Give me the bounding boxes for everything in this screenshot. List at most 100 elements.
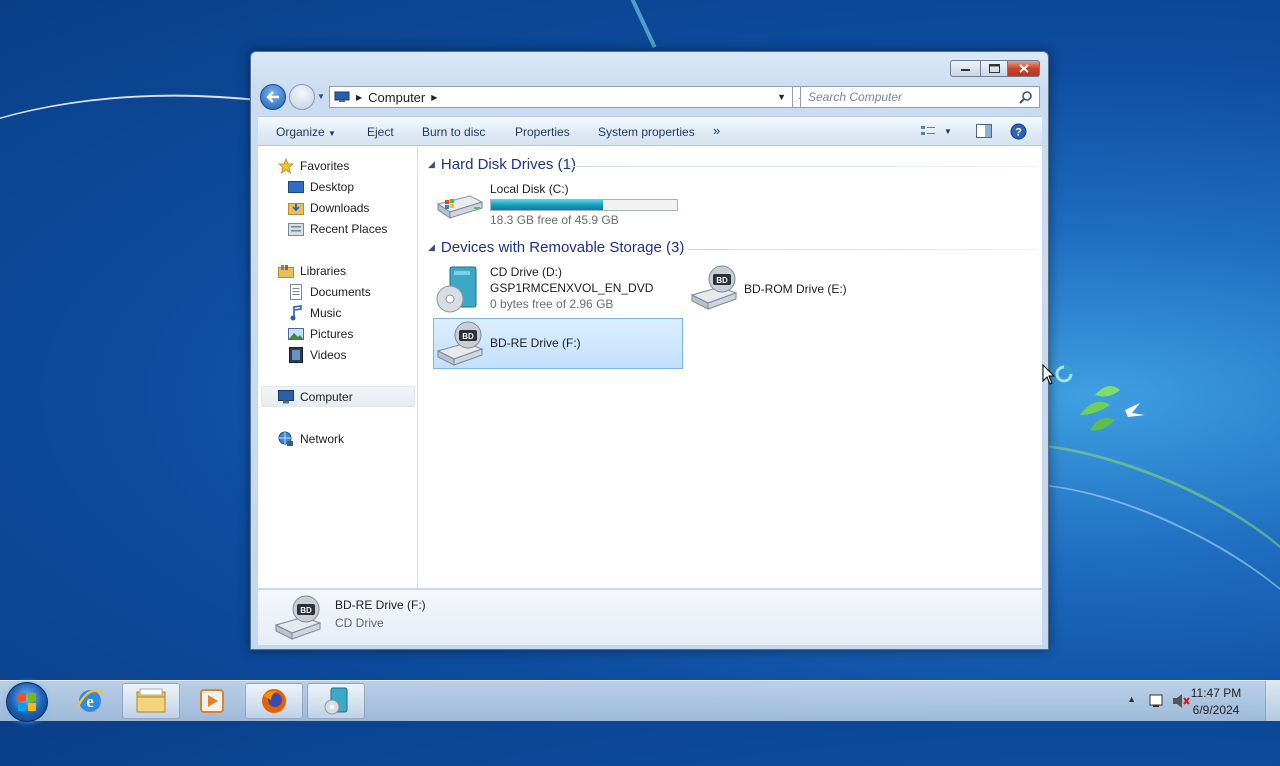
drive-local-disk-c[interactable]: Local Disk (C:) 18.3 GB free of 45.9 GB (436, 182, 706, 228)
collapse-triangle-icon[interactable]: ◢ (428, 242, 435, 253)
bd-drive-icon: BD (274, 595, 322, 640)
drive-bd-rom-e[interactable]: BD BD-ROM Drive (E:) (690, 265, 910, 313)
taskbar-internet-explorer[interactable]: e (61, 683, 119, 719)
details-item-type: CD Drive (335, 616, 384, 630)
taskbar-windows-explorer[interactable] (122, 683, 180, 719)
firefox-icon (262, 689, 286, 713)
bd-badge: BD (462, 332, 474, 341)
recent-pages-dropdown[interactable]: ▼ (317, 92, 325, 101)
explorer-window[interactable]: ▼ ▶ Computer ▶ ▼ Search Computer Organiz… (250, 51, 1073, 650)
desktop-icon (288, 179, 304, 195)
organize-menu[interactable]: Organize ▼ (276, 125, 336, 139)
help-button[interactable]: ? (1010, 123, 1027, 143)
drive-bd-re-f-selected[interactable]: BD BD-RE Drive (F:) (433, 318, 683, 369)
group-header-hard-disk-drives[interactable]: ◢ Hard Disk Drives (1) (428, 156, 576, 173)
group-header-removable-storage[interactable]: ◢ Devices with Removable Storage (3) (428, 239, 684, 256)
media-player-icon (200, 689, 224, 713)
capacity-bar-fill (491, 200, 603, 210)
show-hidden-icons-button[interactable]: ▲ (1127, 694, 1136, 704)
nav-favorites[interactable]: Favorites (278, 156, 349, 176)
chevron-down-icon: ▼ (328, 129, 336, 138)
address-bar[interactable]: ▶ Computer ▶ ▼ (329, 86, 793, 108)
bd-drive-icon: BD (690, 265, 738, 310)
pictures-icon (288, 326, 304, 342)
taskbar-media-player[interactable] (183, 683, 241, 719)
wallpaper-leaves-icon (1080, 386, 1145, 431)
wallpaper-streak (627, 0, 657, 49)
content-area: Favorites Desktop Downloads Recent Place… (258, 146, 1073, 588)
help-icon: ? (1010, 123, 1027, 140)
drive-volume-label: GSP1RMCENXVOL_EN_DVD (490, 281, 654, 295)
nav-computer[interactable]: Computer (278, 387, 353, 407)
system-properties-button[interactable]: System properties (598, 125, 695, 139)
change-view-button[interactable] (920, 124, 936, 141)
collapse-triangle-icon[interactable]: ◢ (428, 159, 435, 170)
address-history-dropdown[interactable]: ▼ (777, 92, 786, 102)
nav-documents[interactable]: Documents (288, 282, 371, 302)
recent-places-icon (288, 221, 304, 237)
start-button[interactable] (6, 682, 48, 722)
videos-icon (288, 347, 304, 363)
navigation-pane[interactable]: Favorites Desktop Downloads Recent Place… (258, 146, 418, 588)
close-icon (1018, 64, 1029, 73)
bd-badge: BD (716, 276, 728, 285)
windows-logo-icon (18, 693, 36, 711)
minimize-icon (960, 68, 970, 71)
maximize-button[interactable] (981, 60, 1008, 77)
network-globe-icon (278, 431, 294, 447)
folder-icon (136, 688, 166, 713)
clock-time[interactable]: 11:47 PM (1186, 686, 1246, 700)
documents-icon (288, 284, 304, 300)
nav-desktop[interactable]: Desktop (288, 177, 354, 197)
drive-name: CD Drive (D:) (490, 265, 562, 279)
nav-libraries[interactable]: Libraries (278, 261, 346, 281)
more-commands-button[interactable]: » (713, 123, 720, 138)
file-list-pane[interactable]: ◢ Hard Disk Drives (1) Local Disk (C:) 1… (418, 146, 1073, 588)
eject-button[interactable]: Eject (367, 125, 394, 139)
breadcrumb-separator-icon[interactable]: ▶ (356, 93, 362, 102)
group-divider (688, 249, 1038, 250)
action-center-icon[interactable] (1148, 693, 1166, 709)
bd-drive-icon: BD (436, 321, 484, 366)
show-desktop-button[interactable] (1265, 681, 1280, 721)
view-dropdown-chevron-icon[interactable]: ▼ (944, 127, 952, 136)
forward-button[interactable] (289, 84, 315, 110)
search-icon[interactable] (1019, 90, 1033, 104)
downloads-folder-icon (288, 200, 304, 216)
breadcrumb-separator-icon[interactable]: ▶ (431, 93, 437, 102)
libraries-icon (278, 263, 294, 279)
back-button[interactable] (260, 84, 286, 110)
taskbar-setup-window[interactable] (307, 683, 365, 719)
star-icon (278, 158, 294, 174)
clock-date[interactable]: 6/9/2024 (1186, 703, 1246, 717)
properties-button[interactable]: Properties (515, 125, 570, 139)
breadcrumb-computer[interactable]: Computer (368, 90, 425, 105)
search-input[interactable]: Search Computer (800, 86, 1040, 108)
drive-free-space: 0 bytes free of 2.96 GB (490, 297, 614, 311)
bd-badge: BD (300, 606, 312, 615)
nav-videos[interactable]: Videos (288, 345, 346, 365)
drive-free-space: 18.3 GB free of 45.9 GB (490, 213, 619, 227)
nav-recent-places[interactable]: Recent Places (288, 219, 387, 239)
internet-explorer-icon: e (76, 689, 104, 712)
drive-name: BD-ROM Drive (E:) (744, 282, 847, 296)
taskbar: e ▲ 11:47 PM 6/9/2024 (0, 680, 1280, 722)
burn-to-disc-button[interactable]: Burn to disc (422, 125, 485, 139)
close-button[interactable] (1008, 60, 1040, 77)
minimize-button[interactable] (950, 60, 981, 77)
nav-downloads[interactable]: Downloads (288, 198, 369, 218)
command-bar: Organize ▼ Eject Burn to disc Properties… (258, 116, 1042, 146)
details-pane: BD BD-RE Drive (F:) CD Drive (258, 589, 1042, 645)
taskbar-firefox[interactable] (245, 683, 303, 719)
svg-text:?: ? (1015, 127, 1022, 139)
drive-name: Local Disk (C:) (490, 182, 569, 196)
nav-network[interactable]: Network (278, 429, 344, 449)
computer-icon (334, 91, 350, 102)
nav-music[interactable]: Music (288, 303, 341, 323)
music-note-icon (288, 305, 304, 321)
nav-pictures[interactable]: Pictures (288, 324, 353, 344)
view-options-icon (921, 126, 935, 135)
preview-pane-button[interactable] (976, 124, 992, 141)
drive-cd-d[interactable]: CD Drive (D:) GSP1RMCENXVOL_EN_DVD 0 byt… (436, 265, 686, 315)
back-arrow-icon (266, 91, 279, 103)
